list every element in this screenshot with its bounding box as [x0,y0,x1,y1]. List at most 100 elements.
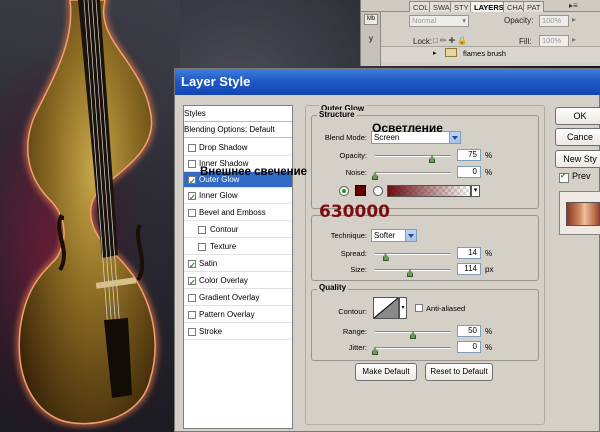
range-input[interactable]: 50 [457,325,481,337]
tab-paths[interactable]: PAT [523,1,545,12]
outer-glow-panel: Outer Glow Structure Blend Mode: Screen … [305,104,549,425]
anti-aliased-checkbox[interactable] [415,304,423,312]
opacity-label: Opacity: [504,16,534,25]
style-item-inner-glow[interactable]: Inner Glow [184,188,292,206]
expand-arrow-icon[interactable]: ▸ [433,49,437,57]
glow-color-swatch[interactable] [355,185,366,196]
style-item-label: Pattern Overlay [199,310,255,319]
style-item-drop-shadow[interactable]: Drop Shadow [184,140,292,156]
lock-label: Lock: [413,37,433,46]
style-checkbox[interactable] [198,226,206,234]
style-checkbox[interactable] [188,209,196,217]
style-checkbox[interactable] [188,294,196,302]
gradient-radio[interactable] [373,186,383,196]
style-item-texture[interactable]: Texture [184,239,292,255]
quality-title: Quality [317,283,349,292]
reset-to-default-button[interactable]: Reset to Default [425,363,493,381]
style-checkbox[interactable] [188,328,196,336]
style-preview-box [559,191,600,235]
annotation-osvetlenie: Осветление [372,121,443,135]
spread-input[interactable]: 14 [457,247,481,259]
style-item-blending-options-default[interactable]: Blending Options: Default [184,122,292,138]
dialog-title-bar[interactable]: Layer Style [175,69,600,95]
opacity-field[interactable]: 100% [539,15,569,27]
glow-gradient-picker[interactable] [387,185,471,197]
jitter-input[interactable]: 0 [457,341,481,353]
style-item-label: Contour [210,225,239,234]
preview-label: Prev [572,171,591,181]
jitter-slider[interactable] [375,347,451,349]
style-item-label: Texture [210,242,237,251]
style-item-color-overlay[interactable]: Color Overlay [184,273,292,291]
opacity-slider[interactable] [375,155,451,157]
panel-menu-icon[interactable]: ▸≡ [569,1,578,10]
cancel-button[interactable]: Cance [555,128,600,146]
styles-list: Styles Blending Options: Default Drop Shad… [183,105,293,429]
lock-icons[interactable]: □✏✚🔒 [433,36,469,45]
chevron-down-icon [449,132,460,143]
style-item-pattern-overlay[interactable]: Pattern Overlay [184,307,292,323]
style-checkbox[interactable] [188,160,196,168]
style-item-contour[interactable]: Contour [184,222,292,238]
preview-checkbox[interactable] [559,171,569,183]
jitter-label: Jitter: [348,343,367,352]
noise-slider[interactable] [375,172,451,174]
layers-panel: COL SWA STY LAYERS CHA PAT ▸≡ Mb y Norma… [360,0,600,66]
style-checkbox[interactable] [198,243,206,251]
technique-label: Technique: [330,231,367,240]
style-item-label: Bevel and Emboss [199,208,266,217]
opacity-label: Opacity: [339,151,367,160]
size-label: Size: [350,265,367,274]
layer-name: flames brush [463,49,506,58]
layer-row-flames-brush[interactable]: ▸ flames brush [381,46,600,62]
layer-blend-mode-select[interactable]: Normal ▾ [409,15,469,27]
style-item-label: Blending Options: Default [184,125,275,134]
style-item-satin[interactable]: Satin [184,256,292,274]
style-item-gradient-overlay[interactable]: Gradient Overlay [184,290,292,306]
style-checkbox[interactable] [188,144,196,152]
blend-mode-label: Blend Mode: [324,133,367,142]
style-item-label: Inner Glow [199,191,238,200]
make-default-button[interactable]: Make Default [355,363,417,381]
spread-unit: % [485,249,493,258]
size-input[interactable]: 114 [457,263,481,275]
fill-arrow-icon[interactable]: ▸ [572,35,576,44]
style-item-label: Styles [184,109,206,118]
ok-button[interactable]: OK [555,107,600,125]
style-item-styles[interactable]: Styles [184,106,292,122]
range-unit: % [485,327,493,336]
range-label: Range: [342,327,367,336]
gradient-dropdown-icon[interactable]: ▾ [471,185,480,197]
structure-title: Structure [317,110,357,119]
solid-color-radio[interactable] [339,186,349,196]
annotation-color-code: 630000 [319,202,390,222]
style-checkbox[interactable] [188,174,196,190]
contour-label: Contour: [338,307,367,316]
new-style-button[interactable]: New Sty [555,150,600,168]
style-item-label: Drop Shadow [199,143,248,152]
panel-tab-bar: COL SWA STY LAYERS CHA PAT ▸≡ [361,0,600,12]
opacity-input[interactable]: 75 [457,149,481,161]
contour-dropdown-icon[interactable]: ▾ [399,297,407,319]
mb-badge-icon: Mb [364,14,378,25]
noise-label: Noise: [345,168,367,177]
fill-label: Fill: [519,37,532,46]
style-item-bevel-and-emboss[interactable]: Bevel and Emboss [184,205,292,221]
spread-label: Spread: [340,249,367,258]
style-checkbox[interactable] [188,258,196,274]
side-letter: y [369,34,373,43]
dialog-title: Layer Style [181,74,251,89]
anti-aliased-label: Anti-aliased [426,304,466,313]
style-preview-swatch [566,202,600,226]
style-checkbox[interactable] [188,311,196,319]
technique-select[interactable]: Softer [371,229,417,242]
style-checkbox[interactable] [188,275,196,291]
noise-input[interactable]: 0 [457,166,481,178]
contour-preview[interactable] [373,297,399,319]
size-slider[interactable] [375,269,451,271]
opacity-arrow-icon[interactable]: ▸ [572,15,576,24]
style-checkbox[interactable] [188,190,196,206]
style-item-stroke[interactable]: Stroke [184,324,292,340]
size-unit: px [485,265,494,274]
style-item-label: Stroke [199,327,223,336]
